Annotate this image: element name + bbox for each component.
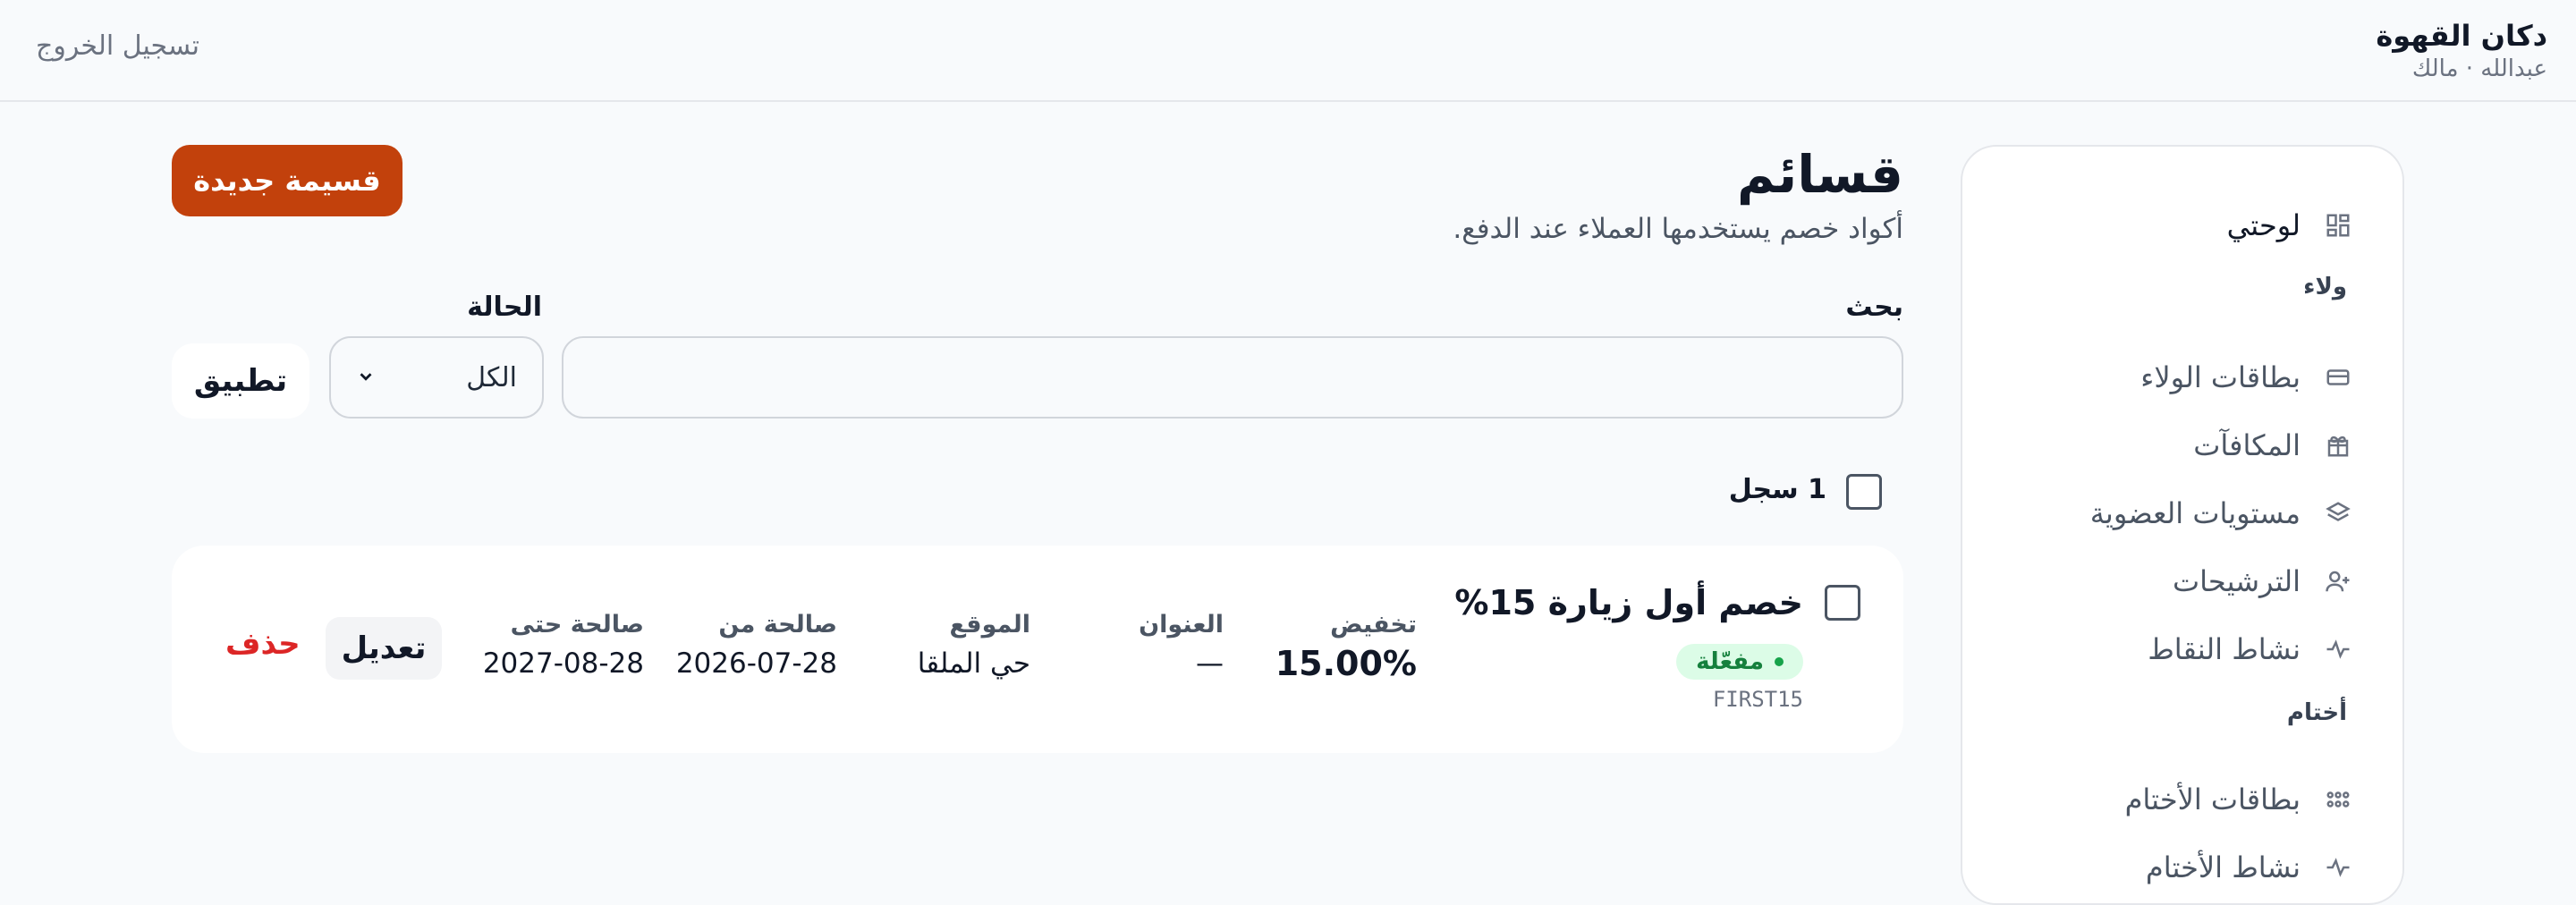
sidebar-item-dashboard[interactable]: لوحتي	[2227, 200, 2354, 250]
layers-icon	[2322, 497, 2354, 529]
sidebar-item-stamps-activity[interactable]: نشاط الأختام	[2146, 842, 2354, 892]
new-coupon-button[interactable]: قسيمة جديدة	[172, 145, 402, 216]
location-column: الموقع حي الملقا	[918, 610, 1030, 683]
sidebar-item-loyalty-cards[interactable]: بطاقات الولاء	[2140, 352, 2354, 402]
valid-from-column: صالحة من 2026-07-28	[676, 610, 837, 683]
sidebar-heading-stamps: أختام	[2286, 699, 2347, 726]
sidebar-item-points-activity[interactable]: نشاط النقاط	[2148, 624, 2354, 674]
chevron-down-icon	[356, 362, 376, 393]
brand-name: دكان القهوة	[2376, 19, 2547, 53]
location-value: حي الملقا	[917, 647, 1030, 680]
gift-icon	[2322, 429, 2354, 461]
coupon-title: خصم أول زيارة 15%	[1454, 583, 1803, 622]
location-label: الموقع	[949, 611, 1030, 639]
dots-grid-icon	[2322, 783, 2354, 816]
sidebar-item-label: لوحتي	[2226, 208, 2301, 242]
edit-button[interactable]: تعديل	[326, 617, 442, 680]
sidebar: لوحتي ولاء بطاقات الولاء المكافآت مستويا…	[1961, 145, 2404, 905]
coupon-checkbox[interactable]	[1825, 585, 1860, 621]
valid-from-value: 2026-07-28	[675, 647, 837, 680]
sidebar-item-tiers[interactable]: مستويات العضوية	[2090, 488, 2354, 538]
top-bar: دكان القهوة عبدالله · مالك تسجيل الخروج	[0, 0, 2576, 102]
activity-icon	[2322, 633, 2354, 665]
sidebar-item-stamp-cards[interactable]: بطاقات الأختام	[2125, 774, 2354, 825]
record-count: 1 سجل	[1728, 474, 1826, 505]
delete-button[interactable]: حذف	[225, 626, 301, 662]
page-title: قسائم	[1736, 144, 1903, 205]
sidebar-item-label: نشاط النقاط	[2148, 632, 2301, 666]
valid-until-column: صالحة حتى 2027-08-28	[483, 610, 644, 683]
card-icon	[2322, 361, 2354, 393]
valid-from-label: صالحة من	[718, 611, 837, 639]
status-dot-icon	[1775, 657, 1784, 666]
coupon-code: FIRST15	[1712, 687, 1803, 712]
discount-value: 15.00%	[1275, 644, 1417, 683]
address-column: العنوان —	[1139, 610, 1224, 683]
sidebar-item-label: بطاقات الولاء	[2140, 360, 2301, 394]
status-label: الحالة	[467, 292, 542, 323]
brand: دكان القهوة عبدالله · مالك	[2376, 18, 2547, 84]
page-subtitle: أكواد خصم يستخدمها العملاء عند الدفع.	[1453, 213, 1903, 245]
select-all-checkbox[interactable]	[1846, 474, 1882, 510]
activity-icon	[2322, 851, 2354, 884]
discount-column: تخفيض 15.00%	[1275, 610, 1417, 683]
logout-link[interactable]: تسجيل الخروج	[36, 29, 199, 64]
valid-until-value: 2027-08-28	[482, 647, 644, 680]
apply-button[interactable]: تطبيق	[172, 343, 309, 419]
status-badge: مفعّلة	[1676, 644, 1803, 680]
status-select[interactable]: الكل	[329, 336, 544, 419]
sidebar-item-label: بطاقات الأختام	[2124, 782, 2301, 816]
discount-label: تخفيض	[1330, 611, 1417, 639]
status-select-value: الكل	[466, 361, 517, 393]
sidebar-item-rewards[interactable]: المكافآت	[2193, 420, 2354, 470]
address-value: —	[1196, 647, 1224, 680]
valid-until-label: صالحة حتى	[510, 611, 644, 639]
search-label: بحث	[1845, 292, 1903, 323]
sidebar-item-label: المكافآت	[2193, 428, 2301, 462]
address-label: العنوان	[1139, 611, 1224, 639]
sidebar-item-label: نشاط الأختام	[2145, 850, 2301, 884]
coupon-card: خصم أول زيارة 15% مفعّلة FIRST15 تخفيض 1…	[172, 546, 1903, 753]
user-info: عبدالله · مالك	[2411, 55, 2547, 82]
search-input[interactable]	[562, 336, 1903, 419]
sidebar-item-label: الترشيحات	[2173, 564, 2301, 598]
sidebar-heading-loyalty: ولاء	[2303, 274, 2347, 300]
status-badge-label: مفعّلة	[1696, 648, 1764, 675]
dashboard-icon	[2322, 209, 2354, 241]
sidebar-item-referrals[interactable]: الترشيحات	[2173, 556, 2354, 606]
user-plus-icon	[2322, 565, 2354, 597]
sidebar-item-label: مستويات العضوية	[2089, 496, 2301, 530]
